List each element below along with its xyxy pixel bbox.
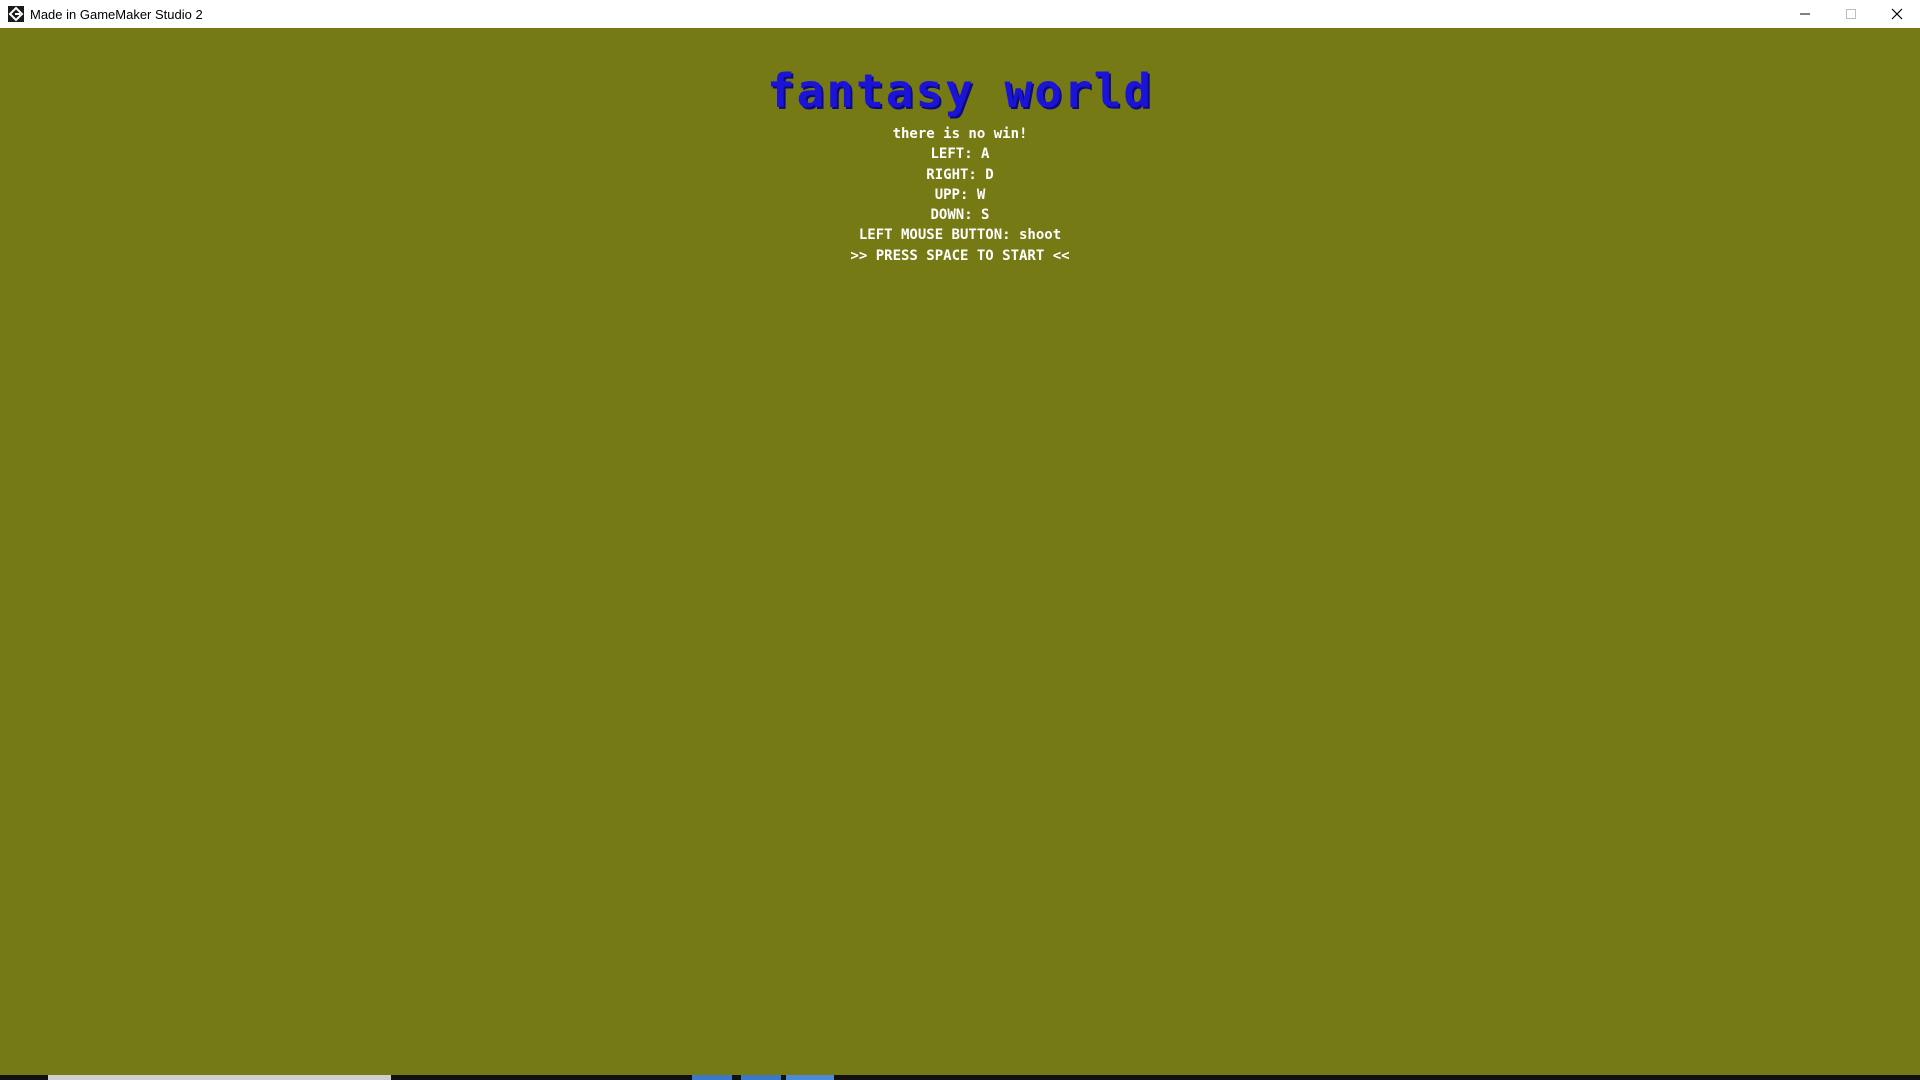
taskbar-app-button[interactable]	[692, 1075, 732, 1080]
taskbar-app-button[interactable]	[741, 1075, 781, 1080]
taskbar-search-box[interactable]	[48, 1075, 391, 1080]
maximize-button[interactable]	[1828, 0, 1874, 28]
close-button[interactable]	[1874, 0, 1920, 28]
game-window: Made in GameMaker Studio 2 fantasy world…	[0, 0, 1920, 1080]
taskbar-app-button[interactable]	[786, 1075, 834, 1080]
window-controls	[1782, 0, 1920, 28]
taskbar-strip	[0, 1075, 1920, 1080]
instruction-line: DOWN: S	[930, 207, 990, 224]
minimize-icon	[1800, 13, 1810, 15]
instructions: there is no win! LEFT: A RIGHT: D UPP: W…	[0, 124, 1920, 266]
gamemaker-icon	[8, 6, 24, 22]
instruction-line: LEFT: A	[930, 146, 990, 163]
instruction-line: LEFT MOUSE BUTTON: shoot	[858, 227, 1062, 244]
close-icon	[1891, 8, 1903, 20]
window-title: Made in GameMaker Studio 2	[30, 6, 203, 22]
instruction-line: there is no win!	[892, 126, 1028, 142]
start-prompt: >> PRESS SPACE TO START <<	[850, 247, 1070, 264]
instruction-line: RIGHT: D	[926, 166, 994, 183]
title-bar[interactable]: Made in GameMaker Studio 2	[0, 0, 1920, 28]
game-canvas[interactable]: fantasy world there is no win! LEFT: A R…	[0, 28, 1920, 1075]
maximize-icon	[1846, 9, 1856, 19]
minimize-button[interactable]	[1782, 0, 1828, 28]
game-title: fantasy world	[766, 64, 1154, 118]
instruction-line: UPP: W	[934, 186, 986, 203]
